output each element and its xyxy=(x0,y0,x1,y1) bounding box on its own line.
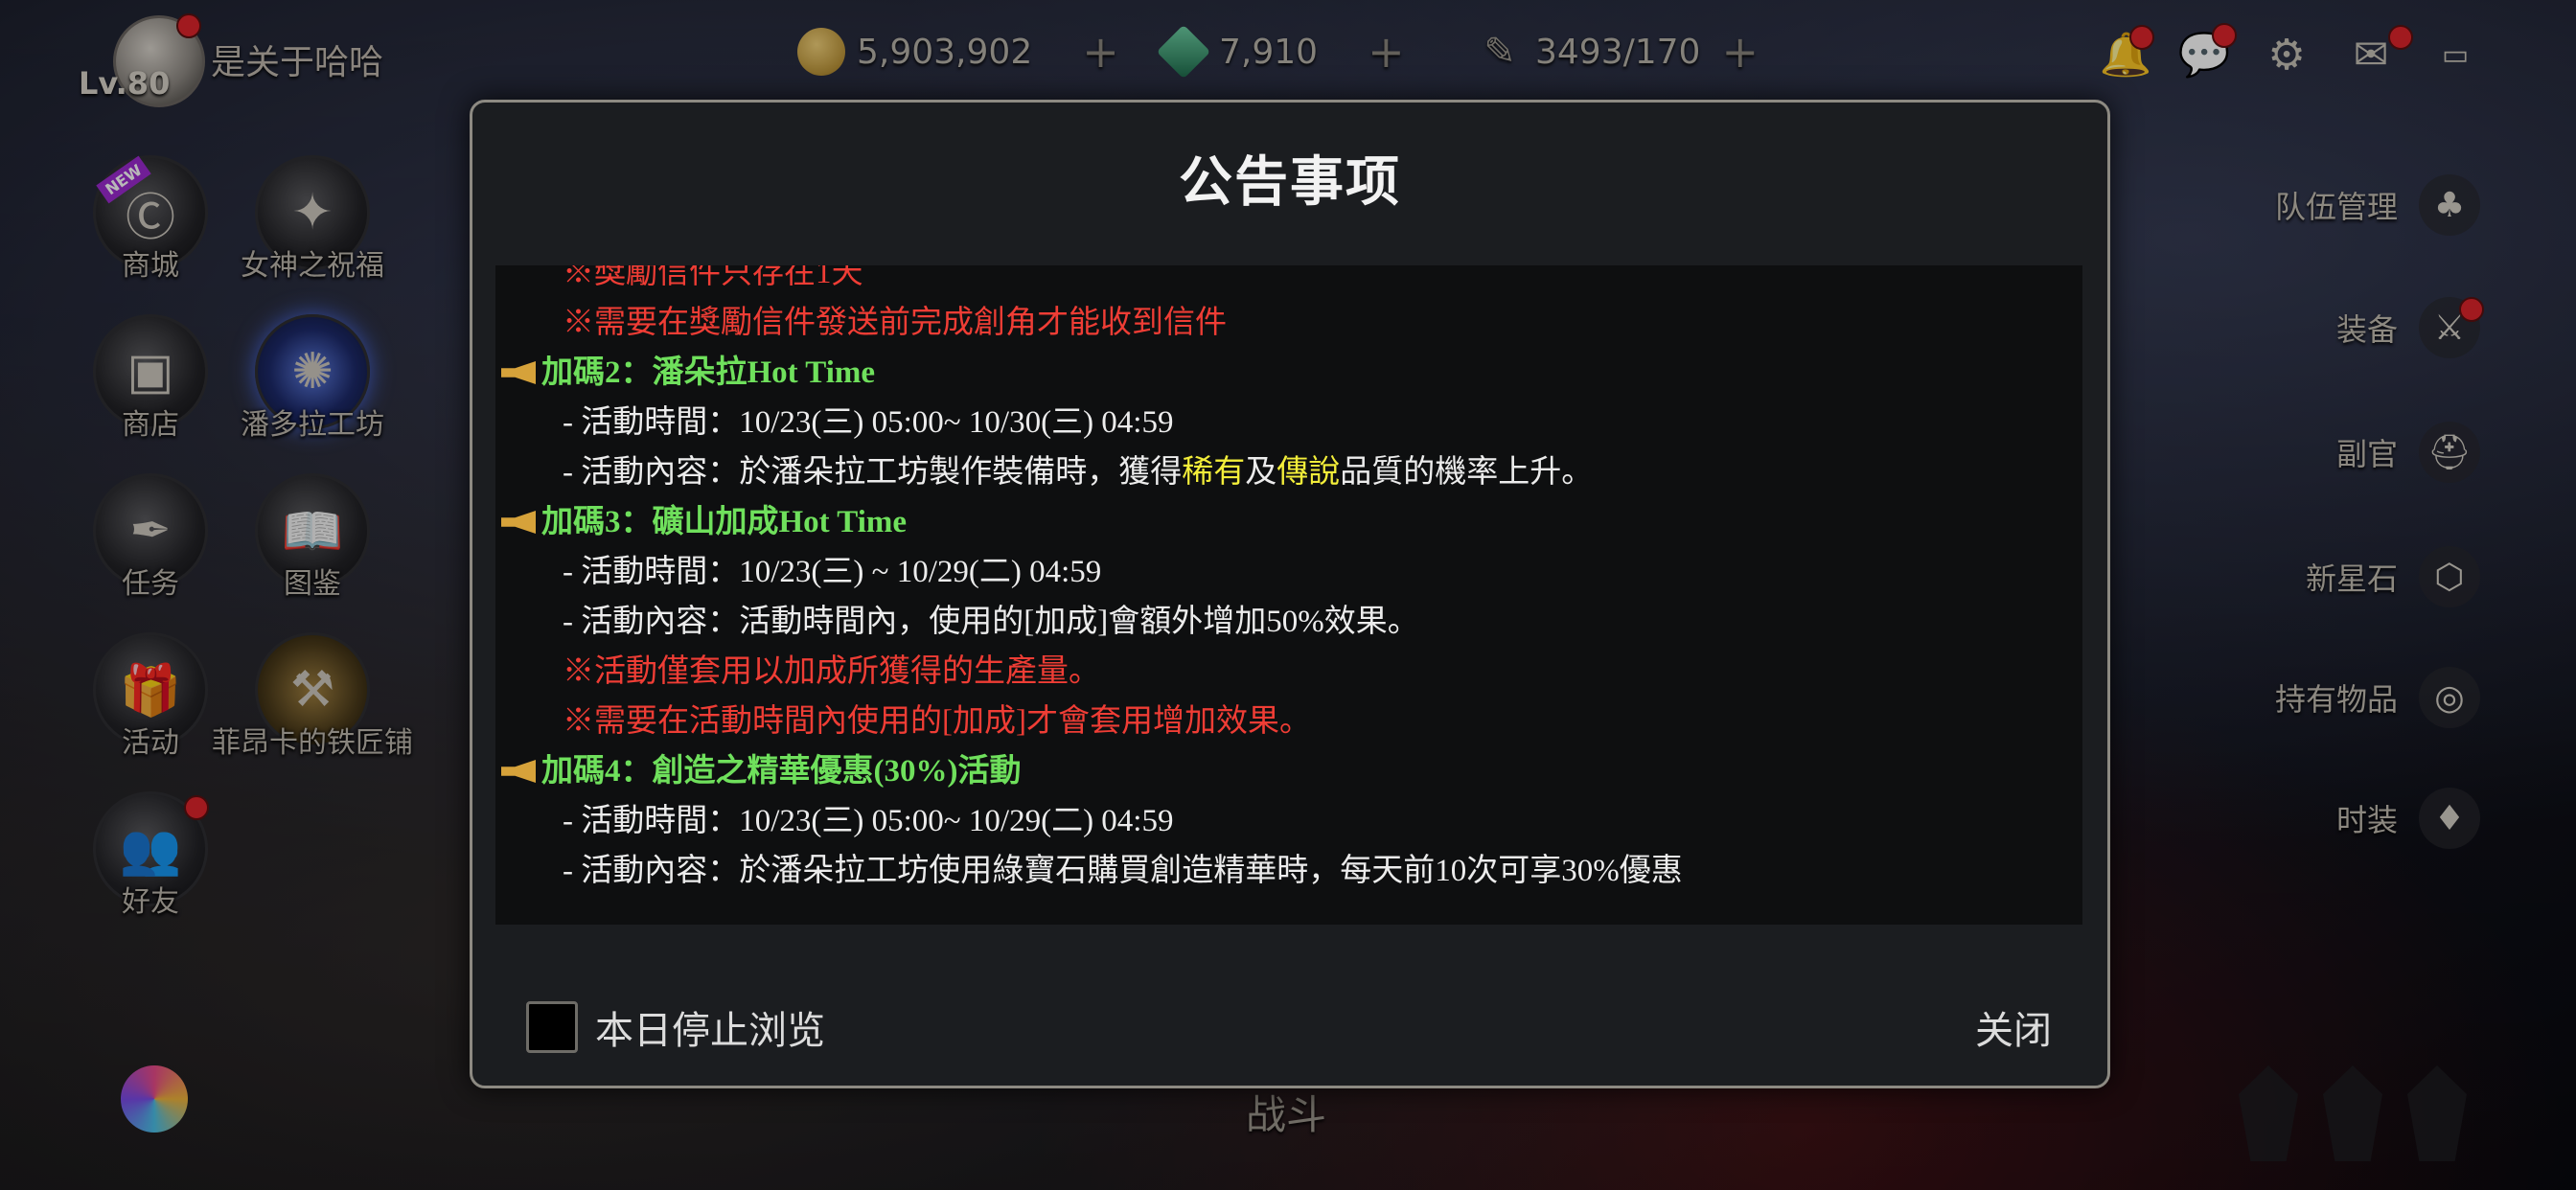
text: 及 xyxy=(1245,455,1277,490)
announcement-dialog: 公告事项 ※獎勵信件只存在1天 ※需要在獎勵信件發送前完成創角才能收到信件 加碼… xyxy=(470,100,2110,1088)
detail-line: - 活動時間：10/23(三) 05:00~ 10/30(三) 04:59 xyxy=(563,405,1174,440)
megaphone-icon xyxy=(501,511,536,534)
megaphone-icon xyxy=(501,760,536,783)
dont-show-today-checkbox[interactable] xyxy=(526,1001,578,1053)
bonus-heading: 加碼3：礦山加成Hot Time xyxy=(495,497,2082,547)
detail-line: - 活動內容：活動時間內，使用的[加成]會額外增加50%效果。 xyxy=(563,605,1419,639)
bonus-heading: 加碼4：創造之精華優惠(30%)活動 xyxy=(495,746,2082,796)
warning-line: ※需要在獎勵信件發送前完成創角才能收到信件 xyxy=(563,306,1227,340)
detail-line: - 活動時間：10/23(三) ~ 10/29(二) 04:59 xyxy=(563,555,1102,589)
dialog-title: 公告事项 xyxy=(1179,151,1401,214)
heading-text: 加碼3：礦山加成Hot Time xyxy=(541,505,908,539)
close-button[interactable]: 关闭 xyxy=(1975,999,2052,1055)
detail-line: - 活動內容：於潘朵拉工坊製作裝備時，獲得稀有及傳說品質的機率上升。 xyxy=(495,447,2082,497)
warning-line: ※獎勵信件只存在1天 xyxy=(563,265,863,290)
warning-line: ※需要在活動時間內使用的[加成]才會套用增加效果。 xyxy=(563,704,1311,739)
announcement-content[interactable]: ※獎勵信件只存在1天 ※需要在獎勵信件發送前完成創角才能收到信件 加碼2：潘朵拉… xyxy=(495,265,2082,925)
detail-line: - 活動內容：於潘朵拉工坊使用綠寶石購買創造精華時，每天前10次可享30%優惠 xyxy=(563,854,1683,888)
detail-line: - 活動時間：10/23(三) 05:00~ 10/29(二) 04:59 xyxy=(563,804,1174,838)
announcement-lines: ※獎勵信件只存在1天 ※需要在獎勵信件發送前完成創角才能收到信件 加碼2：潘朵拉… xyxy=(495,265,2082,896)
highlight-legend: 傳說 xyxy=(1276,455,1341,490)
dont-show-today-label[interactable]: 本日停止浏览 xyxy=(595,999,825,1055)
heading-text: 加碼2：潘朵拉Hot Time xyxy=(541,355,876,390)
heading-text: 加碼4：創造之精華優惠(30%)活動 xyxy=(541,754,1022,789)
bonus-heading: 加碼2：潘朵拉Hot Time xyxy=(495,348,2082,398)
text: - 活動內容：於潘朵拉工坊製作裝備時，獲得 xyxy=(563,455,1183,490)
text: 品質的機率上升。 xyxy=(1340,455,1594,490)
highlight-rare: 稀有 xyxy=(1182,455,1246,490)
megaphone-icon xyxy=(501,361,536,384)
warning-line: ※活動僅套用以加成所獲得的生產量。 xyxy=(563,654,1100,689)
